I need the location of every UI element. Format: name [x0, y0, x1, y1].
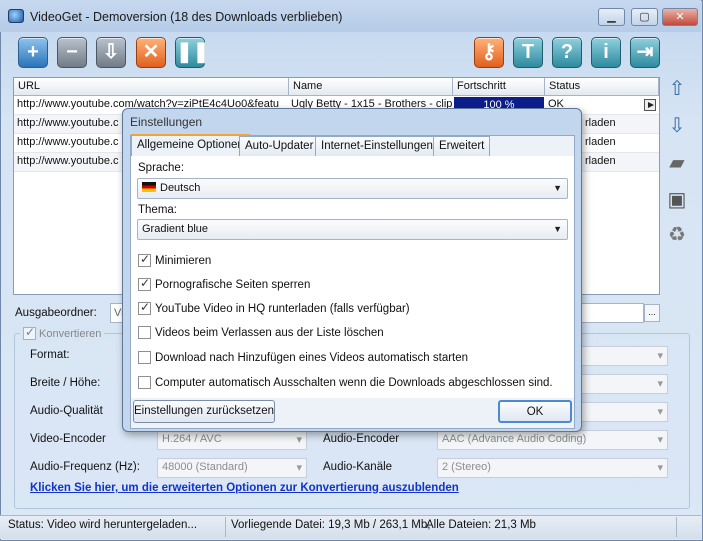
- video-encoder-label: Video-Encoder: [30, 433, 106, 445]
- browse-button[interactable]: ...: [644, 304, 660, 322]
- format-label: Format:: [30, 349, 70, 361]
- theme-value: Gradient blue: [142, 223, 209, 235]
- audio-quality-select[interactable]: [580, 402, 668, 422]
- column-header-status[interactable]: Status: [545, 78, 659, 96]
- convert-checkbox[interactable]: Konvertieren: [20, 325, 105, 340]
- convert-legend: Konvertieren: [39, 327, 102, 340]
- move-down-icon[interactable]: ⇩: [664, 113, 690, 139]
- key-icon[interactable]: ⚷: [474, 37, 504, 68]
- option-clear-on-exit[interactable]: Videos beim Verlassen aus der Liste lösc…: [138, 326, 384, 339]
- add-icon[interactable]: +: [18, 37, 48, 68]
- theme-select[interactable]: Gradient blue: [137, 219, 568, 240]
- format-select[interactable]: [580, 346, 668, 366]
- stop-icon[interactable]: ✕: [136, 37, 166, 68]
- status-text: Status: Video wird heruntergeladen...: [8, 519, 198, 531]
- output-folder-label: Ausgabeordner:: [15, 307, 97, 319]
- audio-channels-select[interactable]: 2 (Stereo): [437, 458, 668, 478]
- window-title: VideoGet - Demoversion (18 des Downloads…: [30, 10, 343, 24]
- option-auto-start-download[interactable]: Download nach Hinzufügen eines Videos au…: [138, 351, 468, 364]
- column-header-url[interactable]: URL: [14, 78, 289, 96]
- checkbox[interactable]: [138, 326, 151, 339]
- option-label: Minimieren: [155, 254, 212, 267]
- audio-frequency-label: Audio-Frequenz (Hz):: [30, 461, 140, 473]
- option-minimize[interactable]: Minimieren: [138, 252, 212, 267]
- tab-advanced[interactable]: Erweitert: [433, 136, 491, 156]
- status-cell: rladen: [585, 136, 616, 148]
- minimize-button[interactable]: ▁: [598, 8, 625, 26]
- all-files-size: Alle Dateien: 21,3 Mb: [426, 519, 536, 531]
- status-divider: [225, 517, 226, 537]
- remove-icon[interactable]: −: [57, 37, 87, 68]
- play-icon[interactable]: [644, 99, 656, 111]
- url-cell: http://www.youtube.c: [17, 136, 119, 148]
- current-file-size: Vorliegende Datei: 19,3 Mb / 263,1 Mb,: [231, 519, 431, 531]
- theme-label: Thema:: [138, 204, 177, 216]
- audio-encoder-label: Audio-Encoder: [323, 433, 400, 445]
- audio-encoder-select[interactable]: AAC (Advance Audio Coding): [437, 430, 668, 450]
- download-icon[interactable]: ⇩: [96, 37, 126, 68]
- option-auto-shutdown[interactable]: Computer automatisch Ausschalten wenn di…: [138, 376, 553, 389]
- size-label: Breite / Höhe:: [30, 377, 101, 389]
- checkbox[interactable]: [138, 276, 151, 291]
- move-up-icon[interactable]: ⇧: [664, 76, 690, 102]
- convert-check[interactable]: [23, 325, 36, 340]
- option-youtube-hq[interactable]: YouTube Video in HQ runterladen (falls v…: [138, 300, 410, 315]
- reset-settings-button[interactable]: Einstellungen zurücksetzen: [133, 400, 275, 423]
- checkbox[interactable]: [138, 376, 151, 389]
- video-encoder-select[interactable]: H.264 / AVC: [157, 430, 307, 450]
- ok-button[interactable]: OK: [498, 400, 572, 423]
- option-label: Videos beim Verlassen aus der Liste lösc…: [155, 326, 384, 339]
- pause-icon[interactable]: ❚❚: [175, 37, 210, 68]
- info-icon[interactable]: i: [591, 37, 621, 68]
- trash-icon[interactable]: ♻: [664, 222, 690, 248]
- language-value: Deutsch: [160, 182, 201, 194]
- open-folder-icon[interactable]: ▰: [664, 150, 690, 176]
- url-cell: http://www.youtube.c: [17, 117, 119, 129]
- column-header-name[interactable]: Name: [289, 78, 453, 96]
- tab-general-options[interactable]: Allgemeine Optionen: [131, 134, 250, 156]
- help-icon[interactable]: ?: [552, 37, 582, 68]
- checkbox[interactable]: [138, 300, 151, 315]
- save-icon[interactable]: ▣: [664, 187, 690, 213]
- option-label: Pornografische Seiten sperren: [155, 278, 311, 291]
- exit-icon[interactable]: ⇥: [630, 37, 660, 68]
- close-button[interactable]: ✕: [662, 8, 698, 26]
- status-divider: [676, 517, 677, 537]
- hide-advanced-options-link[interactable]: Klicken Sie hier, um die erweiterten Opt…: [30, 482, 459, 494]
- app-icon: [8, 9, 24, 23]
- language-select[interactable]: Deutsch: [137, 178, 568, 199]
- language-label: Sprache:: [138, 162, 185, 174]
- url-cell: http://www.youtube.c: [17, 155, 119, 167]
- tab-internet-settings[interactable]: Internet-Einstellungen: [315, 136, 439, 156]
- checkbox[interactable]: [138, 252, 151, 267]
- dialog-title: Einstellungen: [130, 115, 203, 129]
- option-label: YouTube Video in HQ runterladen (falls v…: [155, 302, 410, 315]
- status-cell: rladen: [585, 117, 616, 129]
- audio-frequency-select[interactable]: 48000 (Standard): [157, 458, 307, 478]
- checkbox[interactable]: [138, 351, 151, 364]
- audio-channels-label: Audio-Kanäle: [323, 461, 393, 473]
- settings-icon[interactable]: T: [513, 37, 543, 68]
- tab-auto-updater[interactable]: Auto-Updater: [239, 136, 320, 156]
- option-label: Download nach Hinzufügen eines Videos au…: [155, 351, 469, 364]
- status-cell: rladen: [585, 155, 616, 167]
- maximize-button[interactable]: ▢: [631, 8, 658, 26]
- option-label: Computer automatisch Ausschalten wenn di…: [155, 376, 553, 389]
- column-header-progress[interactable]: Fortschritt: [453, 78, 545, 96]
- german-flag-icon: [142, 182, 156, 192]
- audio-quality-label: Audio-Qualität: [30, 405, 103, 417]
- option-block-adult-sites[interactable]: Pornografische Seiten sperren: [138, 276, 311, 291]
- size-select[interactable]: [580, 374, 668, 394]
